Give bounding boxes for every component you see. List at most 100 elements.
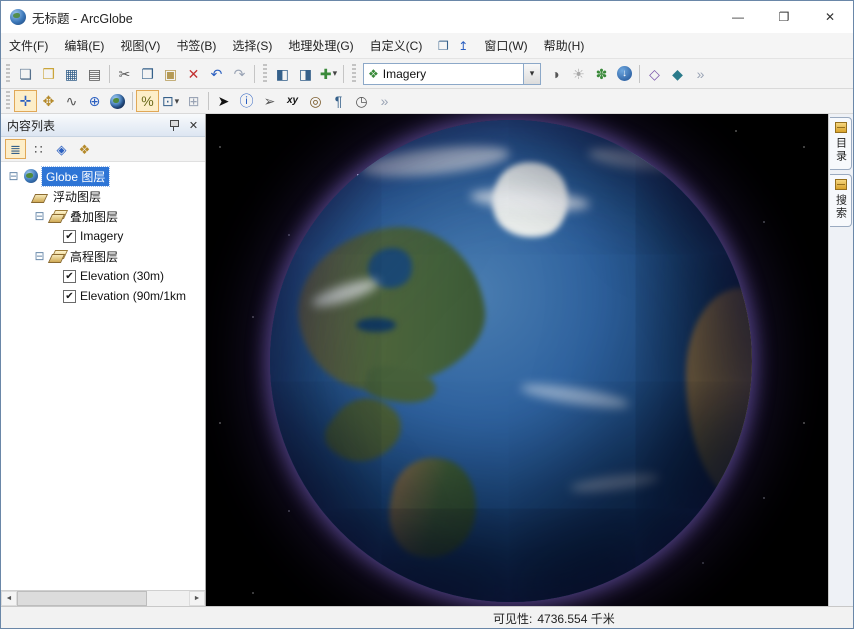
collapse-icon[interactable]: ⊟: [33, 249, 46, 263]
close-button[interactable]: ✕: [807, 1, 853, 33]
scroll-left-icon[interactable]: ◄: [1, 591, 17, 606]
find-icon[interactable]: ◎: [304, 90, 327, 112]
minimize-button[interactable]: —: [715, 1, 761, 33]
brightness-icon[interactable]: ☀: [567, 63, 590, 85]
viewer-box-icon[interactable]: ⊞: [182, 90, 205, 112]
imagery-label[interactable]: Imagery: [80, 229, 123, 243]
toolbar-grip[interactable]: [6, 64, 10, 84]
tree-row-draped-layers[interactable]: ⊟ 叠加图层: [1, 206, 205, 226]
swipe-icon[interactable]: ◇: [643, 63, 666, 85]
new-document-icon[interactable]: ❏: [14, 63, 37, 85]
toolbar-separator: [109, 65, 110, 83]
viewer-2d-icon[interactable]: ◧: [271, 63, 294, 85]
table-of-contents-panel: 内容列表 ✕ ≣ ∷ ◈ ❖ ⊟ Globe 图层 浮动图层: [1, 114, 206, 606]
paste-icon[interactable]: ▣: [159, 63, 182, 85]
chevron-down-icon: ▾: [333, 69, 338, 78]
imagery-checkbox[interactable]: ✔: [63, 230, 76, 243]
toc-horizontal-scrollbar[interactable]: ◄ ►: [1, 590, 205, 606]
scrollbar-track[interactable]: [17, 591, 189, 606]
toolbar-overflow-icon[interactable]: »: [373, 90, 396, 112]
open-folder-icon[interactable]: ❒: [37, 63, 60, 85]
tree-row-elevation-30m[interactable]: ✔ Elevation (30m): [1, 266, 205, 286]
redo-icon[interactable]: ↷: [228, 63, 251, 85]
tree-row-floating-layers[interactable]: 浮动图层: [1, 186, 205, 206]
time-slider-icon[interactable]: ◷: [350, 90, 373, 112]
navigate-globe-button[interactable]: ↓: [613, 63, 636, 85]
whats-this-icon[interactable]: ➢: [258, 90, 281, 112]
toolbar-overflow-icon[interactable]: »: [689, 63, 712, 85]
scrollbar-thumb[interactable]: [17, 591, 147, 606]
menu-geoprocessing[interactable]: 地理处理(G): [280, 33, 361, 58]
tree-row-globe-layers[interactable]: ⊟ Globe 图层: [1, 166, 205, 186]
copy-icon[interactable]: ❐: [136, 63, 159, 85]
delete-icon[interactable]: ✕: [182, 63, 205, 85]
viewer-3d-icon[interactable]: ◨: [294, 63, 317, 85]
full-extent-button[interactable]: [106, 90, 129, 112]
globe-layers-label[interactable]: Globe 图层: [42, 167, 109, 186]
elevation-30m-label[interactable]: Elevation (30m): [80, 269, 164, 283]
zoom-percent-icon[interactable]: %: [136, 90, 159, 112]
menu-bookmarks[interactable]: 书签(B): [168, 33, 224, 58]
tree-row-elevation-layers[interactable]: ⊟ 高程图层: [1, 246, 205, 266]
paste-special-icon[interactable]: ❐: [434, 37, 452, 55]
magnifier-window-button[interactable]: ⊡ ▾: [159, 90, 182, 112]
collapse-icon[interactable]: ⊟: [7, 169, 20, 183]
save-icon[interactable]: ▦: [60, 63, 83, 85]
tree-row-imagery[interactable]: ✔ Imagery: [1, 226, 205, 246]
toc-close-button[interactable]: ✕: [185, 117, 202, 134]
list-by-source-icon[interactable]: ∷: [28, 139, 49, 159]
draped-layers-label[interactable]: 叠加图层: [70, 208, 118, 225]
select-elements-icon[interactable]: ➤: [212, 90, 235, 112]
menu-bar: 文件(F) 编辑(E) 视图(V) 书签(B) 选择(S) 地理处理(G) 自定…: [1, 33, 853, 59]
menu-customize[interactable]: 自定义(C): [362, 33, 431, 58]
elevation-90m-label[interactable]: Elevation (90m/1km: [80, 289, 186, 303]
floating-layers-icon: [33, 190, 49, 202]
menu-help[interactable]: 帮助(H): [536, 33, 593, 58]
flicker-icon[interactable]: ◆: [666, 63, 689, 85]
globe-viewport[interactable]: [206, 114, 828, 606]
pan-tool-icon[interactable]: ✥: [37, 90, 60, 112]
add-data-button[interactable]: ✚ ▾: [317, 63, 340, 85]
maximize-button[interactable]: ❐: [761, 1, 807, 33]
title-bar: 无标题 - ArcGlobe — ❐ ✕: [1, 1, 853, 33]
menu-window[interactable]: 窗口(W): [476, 33, 535, 58]
elevation-90m-checkbox[interactable]: ✔: [63, 290, 76, 303]
go-to-xy-button[interactable]: xy: [281, 90, 304, 112]
auto-hide-pin-button[interactable]: [165, 117, 182, 134]
html-popup-icon[interactable]: ¶: [327, 90, 350, 112]
elevation-layers-label[interactable]: 高程图层: [70, 248, 118, 265]
tree-row-elevation-90m[interactable]: ✔ Elevation (90m/1km: [1, 286, 205, 306]
toolbar-grip[interactable]: [263, 64, 267, 84]
elevation-30m-checkbox[interactable]: ✔: [63, 270, 76, 283]
scroll-right-icon[interactable]: ►: [189, 591, 205, 606]
fly-tool-icon[interactable]: ∿: [60, 90, 83, 112]
print-icon[interactable]: ▤: [83, 63, 106, 85]
floating-layers-label[interactable]: 浮动图层: [53, 188, 101, 205]
list-by-visibility-icon[interactable]: ◈: [51, 139, 72, 159]
list-by-selection-icon[interactable]: ❖: [74, 139, 95, 159]
effects-icon[interactable]: ✽: [590, 63, 613, 85]
menu-edit[interactable]: 编辑(E): [56, 33, 112, 58]
layer-combo[interactable]: ❖ Imagery ▾: [363, 63, 541, 85]
toolbar-grip[interactable]: [352, 64, 356, 84]
center-target-icon[interactable]: ⊕: [83, 90, 106, 112]
tab-catalog[interactable]: 目录: [830, 117, 852, 170]
collapse-icon[interactable]: ⊟: [33, 209, 46, 223]
list-by-drawing-order-icon[interactable]: ≣: [5, 139, 26, 159]
undo-icon[interactable]: ↶: [205, 63, 228, 85]
menu-file[interactable]: 文件(F): [1, 33, 56, 58]
identify-icon[interactable]: ⓘ: [235, 90, 258, 112]
tab-search[interactable]: 搜索: [830, 174, 852, 227]
menu-view[interactable]: 视图(V): [112, 33, 168, 58]
toolbar-grip[interactable]: [6, 91, 10, 111]
floating-toolbar-fragment: ❐ ↥: [434, 37, 472, 55]
contrast-icon[interactable]: ◑: [544, 63, 567, 85]
search-tab-label: 搜索: [833, 194, 849, 220]
up-arrow-icon[interactable]: ↥: [454, 37, 472, 55]
cut-icon[interactable]: ✂: [113, 63, 136, 85]
navigate-tool-icon[interactable]: ✛: [14, 90, 37, 112]
search-tab-icon: [835, 179, 847, 190]
menu-selection[interactable]: 选择(S): [224, 33, 280, 58]
visibility-label: 可见性:: [493, 610, 532, 627]
combo-dropdown-button[interactable]: ▾: [523, 64, 540, 84]
